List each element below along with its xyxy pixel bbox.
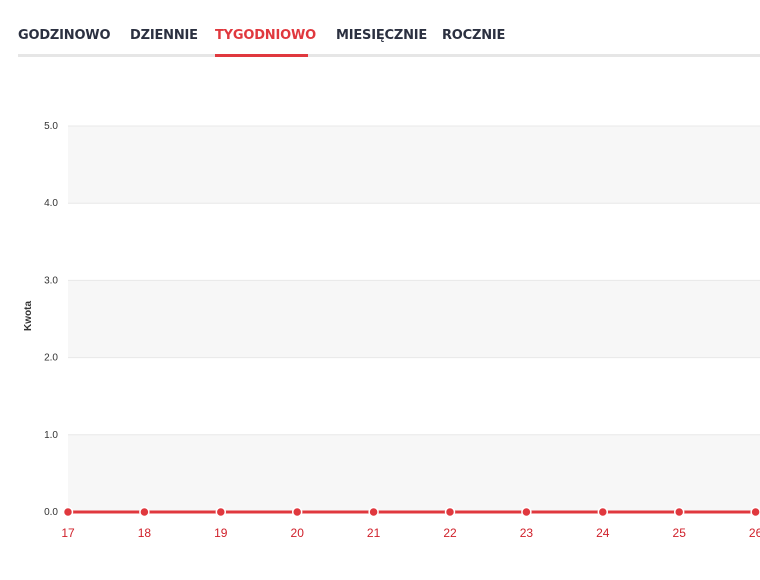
y-axis-label: Kwota [23, 301, 34, 331]
x-tick-label: 23 [520, 526, 534, 540]
data-point [444, 506, 456, 518]
y-axis-ticks: 0.0 1.0 2.0 3.0 4.0 5.0 [44, 121, 58, 518]
x-tick-label: 20 [291, 526, 305, 540]
x-tick-label: 25 [673, 526, 687, 540]
y-tick-label: 0.0 [44, 507, 58, 518]
x-tick-label: 17 [61, 526, 75, 540]
data-point [597, 506, 609, 518]
x-tick-label: 18 [138, 526, 152, 540]
y-tick-label: 1.0 [44, 430, 58, 441]
x-tick-label: 26 [749, 526, 760, 540]
y-tick-label: 3.0 [44, 275, 58, 286]
x-tick-label: 22 [443, 526, 457, 540]
y-tick-label: 5.0 [44, 121, 58, 132]
x-axis-ticks: 17 18 19 20 21 22 23 24 25 26 [61, 526, 760, 540]
data-point [521, 506, 532, 518]
x-tick-label: 19 [214, 526, 228, 540]
y-tick-label: 4.0 [44, 198, 58, 209]
data-point [62, 506, 74, 518]
x-tick-label: 21 [367, 526, 381, 540]
x-tick-label: 24 [596, 526, 610, 540]
grid-band [68, 280, 760, 358]
grid-band [68, 434, 760, 512]
grid-band [68, 126, 760, 204]
data-point [673, 506, 685, 518]
data-point [368, 506, 379, 518]
data-point [750, 506, 760, 518]
data-point [291, 506, 303, 518]
y-tick-label: 2.0 [44, 353, 58, 364]
grid-bands [68, 126, 760, 512]
line-chart: 0.01.02.03.04.05.0 17 18 19 20 21 22 23 24 25 26 … [23, 121, 760, 540]
data-point [215, 506, 227, 518]
data-point [139, 506, 150, 518]
